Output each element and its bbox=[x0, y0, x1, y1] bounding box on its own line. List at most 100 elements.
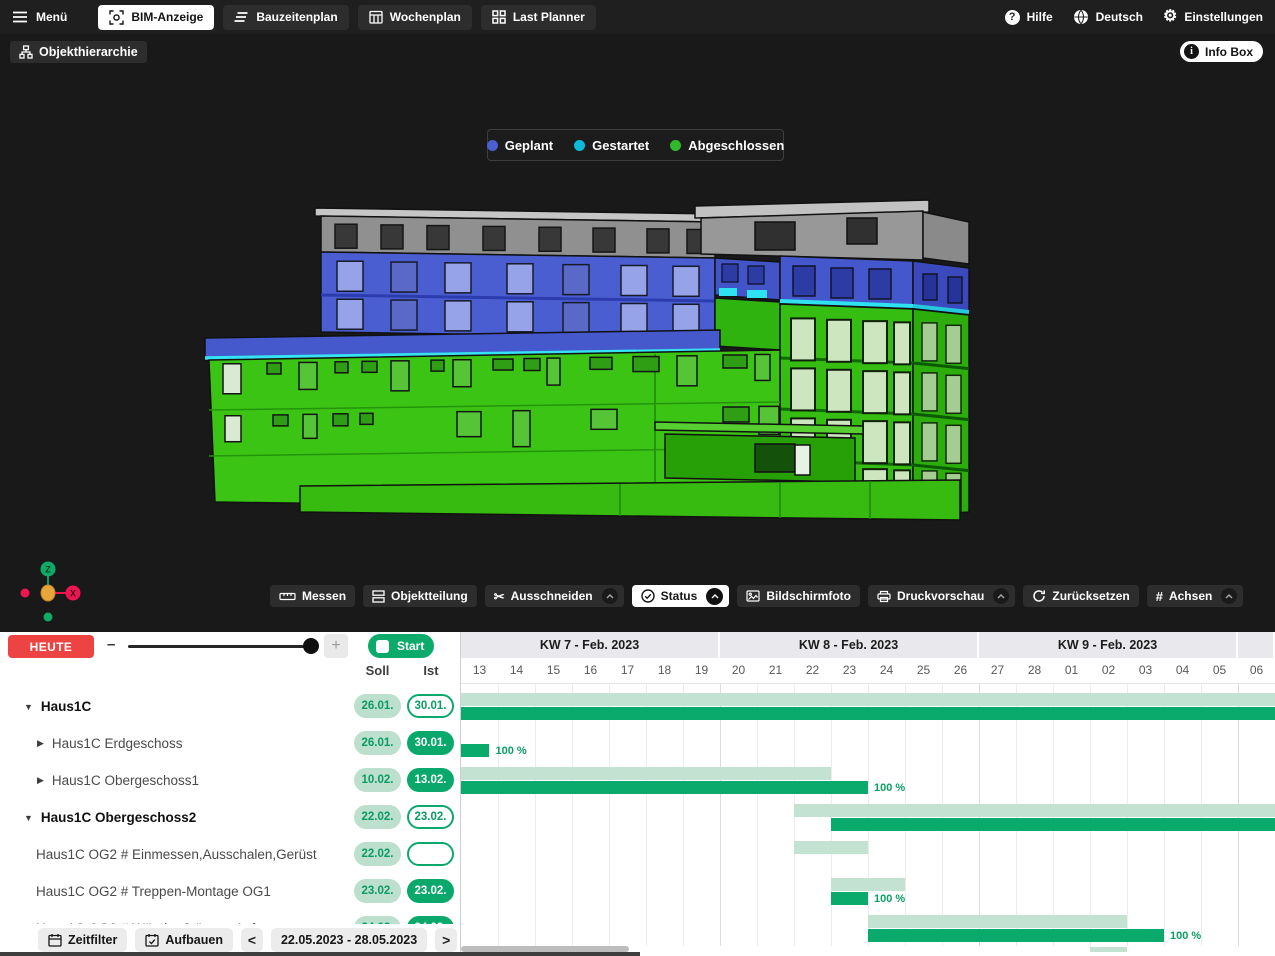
sitemap-icon bbox=[19, 45, 33, 59]
row-title: Haus1C Erdgeschoss bbox=[52, 736, 183, 751]
axis-z-negative-dot[interactable] bbox=[44, 613, 53, 622]
tool-label: Ausschneiden bbox=[511, 589, 593, 603]
axis-gizmo[interactable]: Z X bbox=[15, 556, 85, 624]
actual-bar bbox=[868, 929, 1164, 942]
chevron-up-circle-icon[interactable] bbox=[1221, 588, 1237, 604]
topbar-left-group: Menü BIM-Anzeige Bauzeitenplan Wochenplan L… bbox=[12, 5, 596, 30]
grid4-icon bbox=[492, 10, 506, 24]
zoom-out-minus[interactable]: – bbox=[107, 636, 115, 653]
chevron-up-circle-icon[interactable] bbox=[706, 588, 723, 605]
progress-percent-label: 100 % bbox=[874, 893, 905, 905]
printer-icon bbox=[877, 590, 891, 603]
status-legend: GeplantGestartetAbgeschlossen bbox=[487, 129, 784, 161]
gantt-row-label[interactable]: Haus1C OG2 # Einmessen,Ausschalen,Gerüst bbox=[0, 836, 352, 873]
ist-date-badge: 23.02. bbox=[407, 805, 454, 829]
aufbauen-label: Aufbauen bbox=[165, 933, 223, 947]
ist-date-badge: 30.01. bbox=[407, 731, 454, 755]
topbar-right-group: ?Hilfe Deutsch ⚙Einstellungen bbox=[1005, 9, 1263, 25]
label: Deutsch bbox=[1096, 10, 1143, 24]
tool-bildschirmfoto[interactable]: Bildschirmfoto bbox=[737, 585, 860, 607]
date-range-value[interactable]: 22.05.2023 - 28.05.2023 bbox=[271, 928, 427, 952]
gantt-row-label[interactable]: ▶ Haus1C Erdgeschoss bbox=[0, 725, 352, 762]
axis-z-label: Z bbox=[45, 565, 51, 575]
tool-label: Achsen bbox=[1169, 589, 1212, 603]
bim-3d-model[interactable] bbox=[195, 198, 995, 528]
time-filter-button[interactable]: Zeitfilter bbox=[38, 928, 127, 952]
actual-bar bbox=[461, 781, 868, 794]
legend-item-abgeschlossen: Abgeschlossen bbox=[670, 138, 784, 153]
gantt-row-label[interactable]: ▼ Haus1C Obergeschoss2 bbox=[0, 799, 352, 836]
info-box-button[interactable]: i Info Box bbox=[1180, 41, 1263, 62]
soll-date-badge: 10.02. bbox=[354, 768, 401, 792]
grid-line bbox=[683, 684, 684, 946]
progress-percent-label: 100 % bbox=[1170, 930, 1201, 942]
legend-item-gestartet: Gestartet bbox=[574, 138, 649, 153]
hilfe-button[interactable]: ?Hilfe bbox=[1005, 10, 1053, 25]
gizmo-center[interactable] bbox=[41, 585, 55, 601]
einstellungen-button[interactable]: ⚙Einstellungen bbox=[1163, 9, 1263, 25]
tab-label: Wochenplan bbox=[390, 10, 461, 24]
ist-column-header: Ist bbox=[407, 663, 455, 678]
actual-bar bbox=[831, 818, 1275, 831]
reset-icon bbox=[1032, 589, 1046, 603]
object-hierarchy-label: Objekthierarchie bbox=[39, 45, 138, 59]
chevron-up-circle-icon[interactable] bbox=[993, 588, 1009, 604]
soll-column-header: Soll bbox=[354, 663, 401, 678]
axis-x-negative-dot[interactable] bbox=[21, 589, 30, 598]
help-icon: ? bbox=[1005, 10, 1020, 25]
tab-last-planner[interactable]: Last Planner bbox=[481, 5, 596, 30]
zoom-slider-thumb[interactable] bbox=[303, 638, 319, 654]
grid-line bbox=[757, 684, 758, 946]
actual-bar bbox=[461, 744, 489, 757]
grid-line bbox=[498, 684, 499, 946]
zoom-slider-track[interactable] bbox=[128, 645, 318, 648]
split-icon bbox=[372, 590, 385, 603]
planned-bar bbox=[794, 841, 868, 854]
chevron-up-circle-icon[interactable] bbox=[602, 588, 618, 604]
gantt-chart-area[interactable]: 100 %100 %100 %100 % bbox=[461, 632, 1275, 952]
object-hierarchy-button[interactable]: Objekthierarchie bbox=[10, 41, 147, 63]
tool-messen[interactable]: Messen bbox=[270, 585, 355, 607]
label: Einstellungen bbox=[1184, 10, 1263, 24]
tool-ausschneiden[interactable]: ✂Ausschneiden bbox=[485, 585, 624, 607]
actual-bar bbox=[461, 707, 1275, 720]
deutsch-button[interactable]: Deutsch bbox=[1073, 9, 1143, 25]
tool-objektteilung[interactable]: Objektteilung bbox=[363, 585, 477, 607]
tool-achsen[interactable]: #Achsen bbox=[1147, 585, 1244, 607]
tab-bauzeitenplan[interactable]: Bauzeitenplan bbox=[223, 5, 348, 30]
ist-date-badge bbox=[407, 842, 454, 866]
date-range-prev-button[interactable]: < bbox=[241, 928, 263, 952]
calendar-check-icon bbox=[145, 933, 159, 947]
tool-label: Status bbox=[661, 589, 698, 603]
zoom-in-plus[interactable]: + bbox=[324, 634, 348, 658]
tab-wochenplan[interactable]: Wochenplan bbox=[358, 5, 472, 30]
tool-status[interactable]: Status bbox=[632, 585, 730, 607]
grid-line bbox=[572, 684, 573, 946]
menu-button[interactable]: Menü bbox=[12, 10, 67, 24]
progress-percent-label: 100 % bbox=[495, 745, 526, 757]
row-title: Haus1C OG2 # Einmessen,Ausschalen,Gerüst bbox=[36, 847, 317, 862]
info-box-label: Info Box bbox=[1205, 45, 1253, 59]
top-navigation-bar: Menü BIM-Anzeige Bauzeitenplan Wochenplan L… bbox=[0, 0, 1275, 34]
collapse-arrow-icon[interactable]: ▼ bbox=[24, 702, 33, 712]
tool-zur-cksetzen[interactable]: Zurücksetzen bbox=[1023, 585, 1138, 607]
start-toggle[interactable]: Start bbox=[368, 634, 434, 658]
gantt-row-label[interactable]: ▼Haus1C bbox=[0, 688, 352, 725]
tab-bim-anzeige[interactable]: BIM-Anzeige bbox=[98, 5, 214, 30]
tool-label: Bildschirmfoto bbox=[766, 589, 851, 603]
tool-druckvorschau[interactable]: Druckvorschau bbox=[868, 585, 1015, 607]
legend-dot bbox=[574, 140, 585, 151]
expand-arrow-icon[interactable]: ▶ bbox=[37, 738, 44, 749]
gantt-row-label[interactable]: Haus1C OG2 # Treppen-Montage OG1 bbox=[0, 873, 352, 910]
menu-label: Menü bbox=[36, 10, 67, 24]
ist-date-badge: 13.02. bbox=[407, 768, 454, 792]
collapse-arrow-icon[interactable]: ▼ bbox=[24, 813, 33, 823]
row-title: Haus1C Obergeschoss2 bbox=[41, 810, 196, 825]
start-checkbox[interactable] bbox=[376, 640, 389, 653]
viewer-toolbar: Messen Objektteilung ✂Ausschneiden Status Bi… bbox=[270, 585, 1243, 607]
date-range-next-button[interactable]: > bbox=[435, 928, 457, 952]
aufbauen-button[interactable]: Aufbauen bbox=[135, 928, 233, 952]
expand-arrow-icon[interactable]: ▶ bbox=[37, 775, 44, 786]
gantt-row-label[interactable]: ▶Haus1C Obergeschoss1 bbox=[0, 762, 352, 799]
today-button[interactable]: HEUTE bbox=[8, 635, 94, 658]
